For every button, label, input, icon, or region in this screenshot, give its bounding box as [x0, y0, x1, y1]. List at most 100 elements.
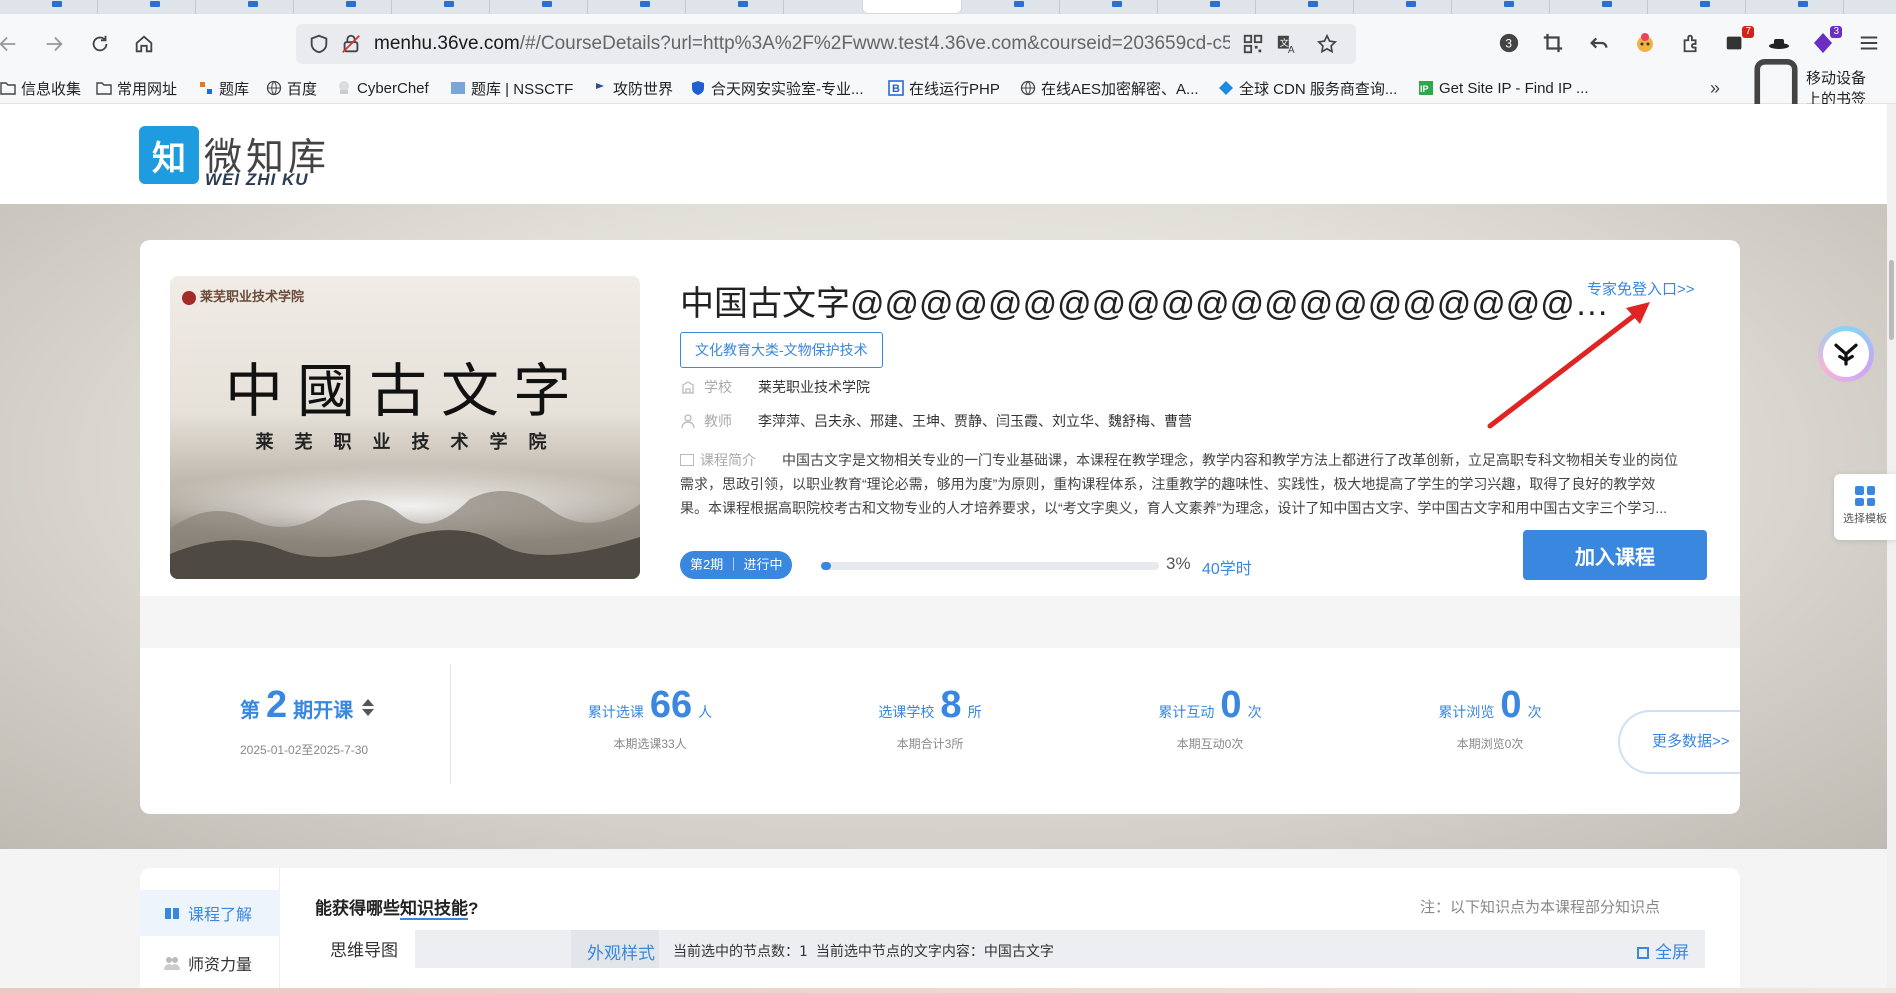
- browser-tab[interactable]: [1158, 0, 1256, 14]
- arrow-left-icon: [0, 36, 16, 52]
- bookmark-item[interactable]: 攻防世界: [592, 78, 673, 98]
- browser-tab[interactable]: [490, 0, 588, 14]
- tab-mind-map[interactable]: 思维导图: [330, 936, 398, 961]
- browser-tab[interactable]: [1452, 0, 1550, 14]
- home-icon: [135, 35, 153, 53]
- bookmark-item[interactable]: IP Get Site IP - Find IP ...: [1418, 78, 1589, 98]
- svg-text:IP: IP: [1420, 84, 1429, 94]
- bookmark-item[interactable]: B 在线运行PHP: [888, 78, 1000, 98]
- browser-tab[interactable]: [196, 0, 294, 14]
- browser-tab[interactable]: [1354, 0, 1452, 14]
- bookmark-item[interactable]: 题库 | NSSCTF: [450, 78, 573, 98]
- bookmarks-overflow-chevron-icon[interactable]: »: [1710, 78, 1720, 99]
- course-side-nav: 课程了解 师资力量: [140, 868, 280, 993]
- browser-tab[interactable]: [1256, 0, 1354, 14]
- skills-note: 注：以下知识点为本课程部分知识点: [1420, 899, 1661, 916]
- stat-sub: 本期互动0次: [1176, 737, 1244, 751]
- undo-arrow-icon[interactable]: [1586, 30, 1612, 56]
- bookmark-item[interactable]: CyberChef: [336, 78, 429, 98]
- fullscreen-button[interactable]: 全屏: [1637, 938, 1689, 963]
- bookmark-item[interactable]: 百度: [266, 78, 317, 98]
- sort-toggle-icon[interactable]: [361, 699, 375, 717]
- qr-code-icon[interactable]: [1242, 33, 1264, 55]
- star-bookmark-icon[interactable]: [1316, 33, 1338, 55]
- choose-template-label: 选择模板: [1843, 513, 1887, 525]
- teacher-icon: [681, 414, 695, 429]
- mobile-bookmarks-folder[interactable]: 移动设备上的书签: [1746, 58, 1866, 118]
- translate-icon[interactable]: 文A: [1276, 33, 1298, 55]
- browser-tab[interactable]: [392, 0, 490, 14]
- bookmark-item[interactable]: 全球 CDN 服务商查询...: [1218, 78, 1397, 98]
- more-data-button[interactable]: 更多数据>>: [1618, 710, 1740, 774]
- expert-login-link[interactable]: 专家免登入口>>: [1587, 278, 1695, 299]
- ai-assistant-button[interactable]: [1818, 326, 1874, 382]
- school-value: 莱芜职业技术学院: [758, 379, 870, 395]
- extension-counter-icon[interactable]: 3: [1496, 30, 1522, 56]
- browser-tab[interactable]: [962, 0, 1060, 14]
- progress-percent: 3%: [1166, 554, 1191, 573]
- tab-favicon-icon: [1700, 1, 1710, 7]
- bookmark-item[interactable]: 常用网址: [96, 78, 177, 98]
- stat-value: 66: [649, 684, 693, 726]
- choose-template-button[interactable]: 选择模板: [1834, 474, 1896, 540]
- cover-title: 中國古文字: [224, 357, 585, 425]
- forward-button[interactable]: [38, 28, 70, 60]
- term-number: 2: [266, 684, 288, 726]
- side-nav-faculty[interactable]: 师资力量: [140, 940, 280, 986]
- bookmark-item[interactable]: 合天网安实验室-专业...: [690, 78, 864, 98]
- term-dates: 2025-01-02至2025-7-30: [240, 743, 369, 757]
- hat-extension-icon[interactable]: [1766, 30, 1792, 56]
- cover-mountain-illustration: [170, 491, 640, 579]
- menu-icon[interactable]: [1856, 30, 1882, 56]
- bookmark-item[interactable]: 在线AES加密解密、A...: [1020, 78, 1199, 98]
- reload-button[interactable]: [84, 28, 116, 60]
- bookmark-label: 合天网安实验室-专业...: [711, 80, 864, 98]
- address-bar[interactable]: menhu.36ve.com/#/CourseDetails?url=http%…: [296, 24, 1356, 64]
- book-icon: [165, 908, 179, 919]
- mascot-extension-icon[interactable]: [1632, 30, 1658, 56]
- bookmark-label: 在线运行PHP: [909, 80, 1000, 98]
- course-cover-image[interactable]: 莱芜职业技术学院 中國古文字 莱 芜 职 业 技 术 学 院: [170, 276, 640, 579]
- side-nav-course-overview[interactable]: 课程了解: [140, 890, 280, 936]
- tab-appearance-style[interactable]: 外观样式: [571, 930, 659, 968]
- scrollbar-thumb[interactable]: [1889, 260, 1894, 340]
- folder-icon: [0, 82, 16, 95]
- browser-tab[interactable]: [1550, 0, 1648, 14]
- term-status-pill[interactable]: 第2期 ｜ 进行中: [680, 551, 793, 579]
- puzzle-extensions-icon[interactable]: [1678, 30, 1704, 56]
- url-path: /#/CourseDetails?url=http%3A%2F%2Fwww.te…: [519, 33, 1230, 54]
- crop-icon[interactable]: [1540, 30, 1566, 56]
- cover-subtitle: 莱 芜 职 业 技 术 学 院: [255, 432, 555, 452]
- browser-tab-active[interactable]: [862, 0, 962, 14]
- site-logo-icon[interactable]: 知: [139, 126, 199, 184]
- stat-value: 8: [940, 684, 962, 726]
- browser-tab[interactable]: [0, 0, 98, 14]
- browser-tab[interactable]: [1746, 0, 1844, 14]
- browser-tab[interactable]: [98, 0, 196, 14]
- bookmark-item[interactable]: 信息收集: [0, 78, 81, 98]
- browser-tab[interactable]: [1648, 0, 1746, 14]
- browser-tab[interactable]: [1060, 0, 1158, 14]
- bookmarks-bar: 信息收集 常用网址 题库 百度 CyberChef 题库 | NSSCTF 攻防…: [0, 58, 1896, 118]
- course-category-tag[interactable]: 文化教育大类-文物保护技术: [680, 332, 883, 368]
- stat-value: 0: [1500, 684, 1522, 726]
- bookmark-label: 信息收集: [21, 80, 82, 98]
- back-button[interactable]: [0, 28, 24, 60]
- ai-assistant-icon: [1834, 343, 1858, 366]
- red-badge-extension-icon[interactable]: 7: [1722, 26, 1754, 56]
- course-details-section: 课程了解 师资力量 能获得哪些知识技能? 注：以下知识点为本课程部分知识点 思维…: [140, 868, 1740, 993]
- purple-extension-icon[interactable]: 3: [1810, 26, 1842, 56]
- term-selector[interactable]: 第 2 期开课 2025-01-02至2025-7-30: [240, 684, 400, 758]
- browser-tab[interactable]: [686, 0, 784, 14]
- insecure-lock-icon[interactable]: [340, 33, 362, 55]
- shield-icon[interactable]: [308, 33, 330, 55]
- url-text[interactable]: menhu.36ve.com/#/CourseDetails?url=http%…: [374, 33, 1230, 55]
- browser-tab[interactable]: [294, 0, 392, 14]
- page-scrollbar[interactable]: [1887, 104, 1896, 993]
- join-course-button[interactable]: 加入课程: [1523, 530, 1707, 580]
- home-button[interactable]: [128, 28, 160, 60]
- bookmark-item[interactable]: 题库: [198, 78, 249, 98]
- browser-tab[interactable]: [588, 0, 686, 14]
- tab-favicon-icon: [640, 1, 650, 7]
- stat-views: 累计浏览 0 次 本期浏览0次: [1390, 684, 1590, 752]
